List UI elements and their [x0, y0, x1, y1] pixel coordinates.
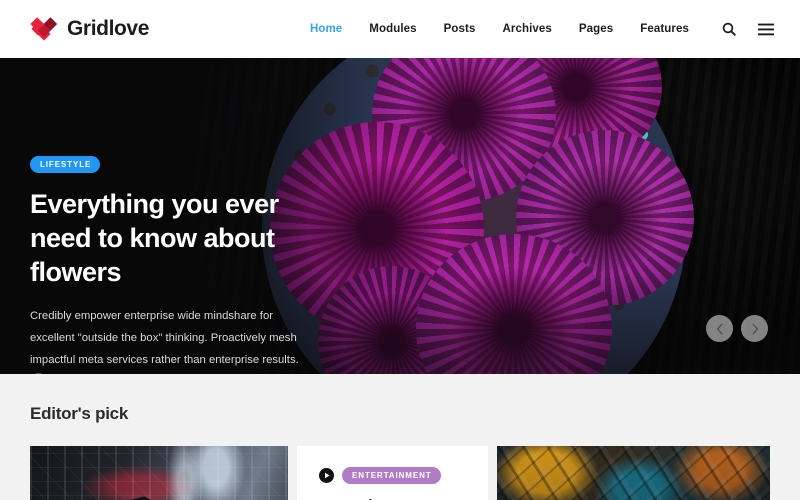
editors-pick-card-list: ENTERTAINMENT Are rock concerts really c… [30, 446, 770, 500]
search-icon[interactable] [722, 22, 736, 36]
hero-title[interactable]: Everything you ever need to know about f… [30, 187, 330, 289]
card-category-badge[interactable]: ENTERTAINMENT [342, 467, 441, 484]
card-tag-row: ENTERTAINMENT [319, 467, 466, 484]
heart-diamond-logo-icon [30, 16, 58, 42]
avatar [30, 372, 47, 374]
chevron-right-icon[interactable] [741, 315, 768, 342]
nav-item-modules[interactable]: Modules [369, 23, 416, 35]
nav-item-pages[interactable]: Pages [579, 23, 613, 35]
site-header: Gridlove Home Modules Posts Archives Pag… [0, 0, 800, 58]
card-concert-photo[interactable] [30, 446, 288, 500]
nav-item-archives[interactable]: Archives [502, 23, 551, 35]
nav-item-home[interactable]: Home [310, 23, 342, 35]
brand-logo[interactable]: Gridlove [30, 16, 149, 42]
hero-author[interactable]: Lisa Scholfield [30, 372, 123, 374]
section-title: Editor's pick [30, 404, 129, 423]
chevron-left-icon[interactable] [706, 315, 733, 342]
card-overlay-gradient [497, 446, 770, 500]
brand-name: Gridlove [67, 17, 149, 40]
nav-item-posts[interactable]: Posts [444, 23, 476, 35]
hero-slider-controls [706, 315, 768, 342]
main-navigation: Home Modules Posts Archives Pages Featur… [310, 22, 774, 36]
hamburger-menu-icon[interactable] [758, 23, 774, 36]
stage-truss-overlay [30, 446, 288, 500]
hero-meta: Lisa Scholfield 4 comments [30, 372, 213, 374]
card-entertainment[interactable]: ENTERTAINMENT Are rock concerts really c… [297, 446, 488, 500]
hero-slider: LIFESTYLE Everything you ever need to kn… [0, 58, 800, 374]
hero-excerpt: Credibly empower enterprise wide mindsha… [30, 310, 299, 367]
comment-bubble-icon [137, 372, 150, 374]
editors-pick-section: Editor's pick ENTERTAINMENT Are rock con… [0, 374, 800, 500]
card-technology[interactable]: TECHNOLOGY The world needs true geniuses… [497, 446, 770, 500]
nav-item-features[interactable]: Features [640, 23, 689, 35]
hero-comments[interactable]: 4 comments [137, 372, 213, 374]
hero-content: LIFESTYLE Everything you ever need to kn… [30, 154, 330, 374]
hero-category-badge[interactable]: LIFESTYLE [30, 156, 101, 173]
header-icon-group [722, 22, 774, 36]
play-icon[interactable] [319, 468, 334, 483]
